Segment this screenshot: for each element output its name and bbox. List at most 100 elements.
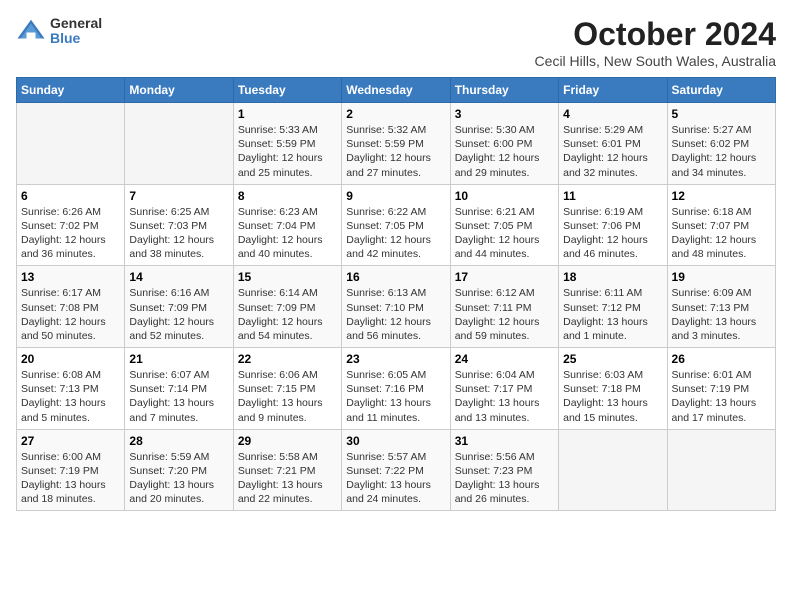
day-number: 28 xyxy=(129,434,228,448)
day-number: 4 xyxy=(563,107,662,121)
calendar-cell: 18 Sunrise: 6:11 AM Sunset: 7:12 PM Dayli… xyxy=(559,266,667,348)
day-number: 1 xyxy=(238,107,337,121)
day-info: Sunrise: 5:32 AM Sunset: 5:59 PM Dayligh… xyxy=(346,123,445,180)
logo-icon xyxy=(16,16,46,46)
calendar-cell: 24Sunrise: 6:04 AM Sunset: 7:17 PM Dayli… xyxy=(450,348,558,430)
day-info: Sunrise: 6:05 AM Sunset: 7:16 PM Dayligh… xyxy=(346,368,445,425)
day-number: 7 xyxy=(129,189,228,203)
calendar-cell: 4 Sunrise: 5:29 AM Sunset: 6:01 PM Daylig… xyxy=(559,103,667,185)
day-info: Sunrise: 5:56 AM Sunset: 7:23 PM Dayligh… xyxy=(455,450,554,507)
day-info: Sunrise: 6:07 AM Sunset: 7:14 PM Dayligh… xyxy=(129,368,228,425)
day-number: 9 xyxy=(346,189,445,203)
calendar-cell: 3 Sunrise: 5:30 AM Sunset: 6:00 PM Daylig… xyxy=(450,103,558,185)
day-number: 24 xyxy=(455,352,554,366)
calendar-cell xyxy=(559,429,667,511)
calendar-cell xyxy=(125,103,233,185)
calendar-cell: 19 Sunrise: 6:09 AM Sunset: 7:13 PM Dayli… xyxy=(667,266,775,348)
day-info: Sunrise: 6:21 AM Sunset: 7:05 PM Dayligh… xyxy=(455,205,554,262)
day-number: 22 xyxy=(238,352,337,366)
day-info: Sunrise: 6:25 AM Sunset: 7:03 PM Dayligh… xyxy=(129,205,228,262)
calendar-cell: 16 Sunrise: 6:13 AM Sunset: 7:10 PM Dayli… xyxy=(342,266,450,348)
day-number: 31 xyxy=(455,434,554,448)
calendar-cell: 6 Sunrise: 6:26 AM Sunset: 7:02 PM Daylig… xyxy=(17,184,125,266)
day-number: 5 xyxy=(672,107,771,121)
title-block: October 2024 Cecil Hills, New South Wale… xyxy=(535,16,776,69)
logo-text: General Blue xyxy=(50,16,102,47)
day-number: 2 xyxy=(346,107,445,121)
day-number: 6 xyxy=(21,189,120,203)
calendar-cell: 20 Sunrise: 6:08 AM Sunset: 7:13 PM Dayli… xyxy=(17,348,125,430)
day-info: Sunrise: 6:26 AM Sunset: 7:02 PM Dayligh… xyxy=(21,205,120,262)
header-day-saturday: Saturday xyxy=(667,78,775,103)
day-info: Sunrise: 6:17 AM Sunset: 7:08 PM Dayligh… xyxy=(21,286,120,343)
week-row-4: 20 Sunrise: 6:08 AM Sunset: 7:13 PM Dayli… xyxy=(17,348,776,430)
day-info: Sunrise: 6:14 AM Sunset: 7:09 PM Dayligh… xyxy=(238,286,337,343)
calendar-table: SundayMondayTuesdayWednesdayThursdayFrid… xyxy=(16,77,776,511)
calendar-cell: 7 Sunrise: 6:25 AM Sunset: 7:03 PM Daylig… xyxy=(125,184,233,266)
header-day-monday: Monday xyxy=(125,78,233,103)
logo-general: General xyxy=(50,16,102,31)
day-number: 23 xyxy=(346,352,445,366)
day-info: Sunrise: 5:58 AM Sunset: 7:21 PM Dayligh… xyxy=(238,450,337,507)
day-number: 3 xyxy=(455,107,554,121)
day-info: Sunrise: 5:27 AM Sunset: 6:02 PM Dayligh… xyxy=(672,123,771,180)
day-info: Sunrise: 6:09 AM Sunset: 7:13 PM Dayligh… xyxy=(672,286,771,343)
logo-blue: Blue xyxy=(50,31,102,46)
day-info: Sunrise: 5:30 AM Sunset: 6:00 PM Dayligh… xyxy=(455,123,554,180)
week-row-2: 6 Sunrise: 6:26 AM Sunset: 7:02 PM Daylig… xyxy=(17,184,776,266)
day-info: Sunrise: 6:19 AM Sunset: 7:06 PM Dayligh… xyxy=(563,205,662,262)
header-day-thursday: Thursday xyxy=(450,78,558,103)
day-info: Sunrise: 5:57 AM Sunset: 7:22 PM Dayligh… xyxy=(346,450,445,507)
calendar-cell: 8Sunrise: 6:23 AM Sunset: 7:04 PM Daylig… xyxy=(233,184,341,266)
day-number: 10 xyxy=(455,189,554,203)
day-number: 21 xyxy=(129,352,228,366)
day-number: 30 xyxy=(346,434,445,448)
day-number: 27 xyxy=(21,434,120,448)
day-info: Sunrise: 6:06 AM Sunset: 7:15 PM Dayligh… xyxy=(238,368,337,425)
day-number: 18 xyxy=(563,270,662,284)
day-number: 12 xyxy=(672,189,771,203)
logo: General Blue xyxy=(16,16,102,47)
calendar-cell: 12 Sunrise: 6:18 AM Sunset: 7:07 PM Dayli… xyxy=(667,184,775,266)
calendar-cell: 14Sunrise: 6:16 AM Sunset: 7:09 PM Dayli… xyxy=(125,266,233,348)
page-subtitle: Cecil Hills, New South Wales, Australia xyxy=(535,53,776,69)
day-info: Sunrise: 6:11 AM Sunset: 7:12 PM Dayligh… xyxy=(563,286,662,343)
week-row-5: 27Sunrise: 6:00 AM Sunset: 7:19 PM Dayli… xyxy=(17,429,776,511)
calendar-cell: 2 Sunrise: 5:32 AM Sunset: 5:59 PM Daylig… xyxy=(342,103,450,185)
day-info: Sunrise: 6:01 AM Sunset: 7:19 PM Dayligh… xyxy=(672,368,771,425)
day-number: 15 xyxy=(238,270,337,284)
day-number: 26 xyxy=(672,352,771,366)
day-info: Sunrise: 6:18 AM Sunset: 7:07 PM Dayligh… xyxy=(672,205,771,262)
day-number: 19 xyxy=(672,270,771,284)
calendar-cell: 31 Sunrise: 5:56 AM Sunset: 7:23 PM Dayli… xyxy=(450,429,558,511)
calendar-cell: 28Sunrise: 5:59 AM Sunset: 7:20 PM Dayli… xyxy=(125,429,233,511)
calendar-cell: 5 Sunrise: 5:27 AM Sunset: 6:02 PM Daylig… xyxy=(667,103,775,185)
day-info: Sunrise: 6:08 AM Sunset: 7:13 PM Dayligh… xyxy=(21,368,120,425)
day-info: Sunrise: 5:29 AM Sunset: 6:01 PM Dayligh… xyxy=(563,123,662,180)
header-day-friday: Friday xyxy=(559,78,667,103)
calendar-cell: 22 Sunrise: 6:06 AM Sunset: 7:15 PM Dayli… xyxy=(233,348,341,430)
calendar-cell: 13 Sunrise: 6:17 AM Sunset: 7:08 PM Dayli… xyxy=(17,266,125,348)
day-number: 13 xyxy=(21,270,120,284)
calendar-cell xyxy=(17,103,125,185)
calendar-cell xyxy=(667,429,775,511)
calendar-cell: 27Sunrise: 6:00 AM Sunset: 7:19 PM Dayli… xyxy=(17,429,125,511)
calendar-cell: 25 Sunrise: 6:03 AM Sunset: 7:18 PM Dayli… xyxy=(559,348,667,430)
calendar-cell: 29 Sunrise: 5:58 AM Sunset: 7:21 PM Dayli… xyxy=(233,429,341,511)
day-number: 11 xyxy=(563,189,662,203)
day-number: 17 xyxy=(455,270,554,284)
header-day-tuesday: Tuesday xyxy=(233,78,341,103)
page-title: October 2024 xyxy=(535,16,776,53)
day-number: 29 xyxy=(238,434,337,448)
calendar-cell: 23 Sunrise: 6:05 AM Sunset: 7:16 PM Dayli… xyxy=(342,348,450,430)
calendar-cell: 9 Sunrise: 6:22 AM Sunset: 7:05 PM Daylig… xyxy=(342,184,450,266)
day-number: 8 xyxy=(238,189,337,203)
day-info: Sunrise: 6:22 AM Sunset: 7:05 PM Dayligh… xyxy=(346,205,445,262)
calendar-cell: 30 Sunrise: 5:57 AM Sunset: 7:22 PM Dayli… xyxy=(342,429,450,511)
day-number: 16 xyxy=(346,270,445,284)
calendar-header: SundayMondayTuesdayWednesdayThursdayFrid… xyxy=(17,78,776,103)
day-info: Sunrise: 6:13 AM Sunset: 7:10 PM Dayligh… xyxy=(346,286,445,343)
day-info: Sunrise: 6:03 AM Sunset: 7:18 PM Dayligh… xyxy=(563,368,662,425)
day-number: 25 xyxy=(563,352,662,366)
day-number: 20 xyxy=(21,352,120,366)
